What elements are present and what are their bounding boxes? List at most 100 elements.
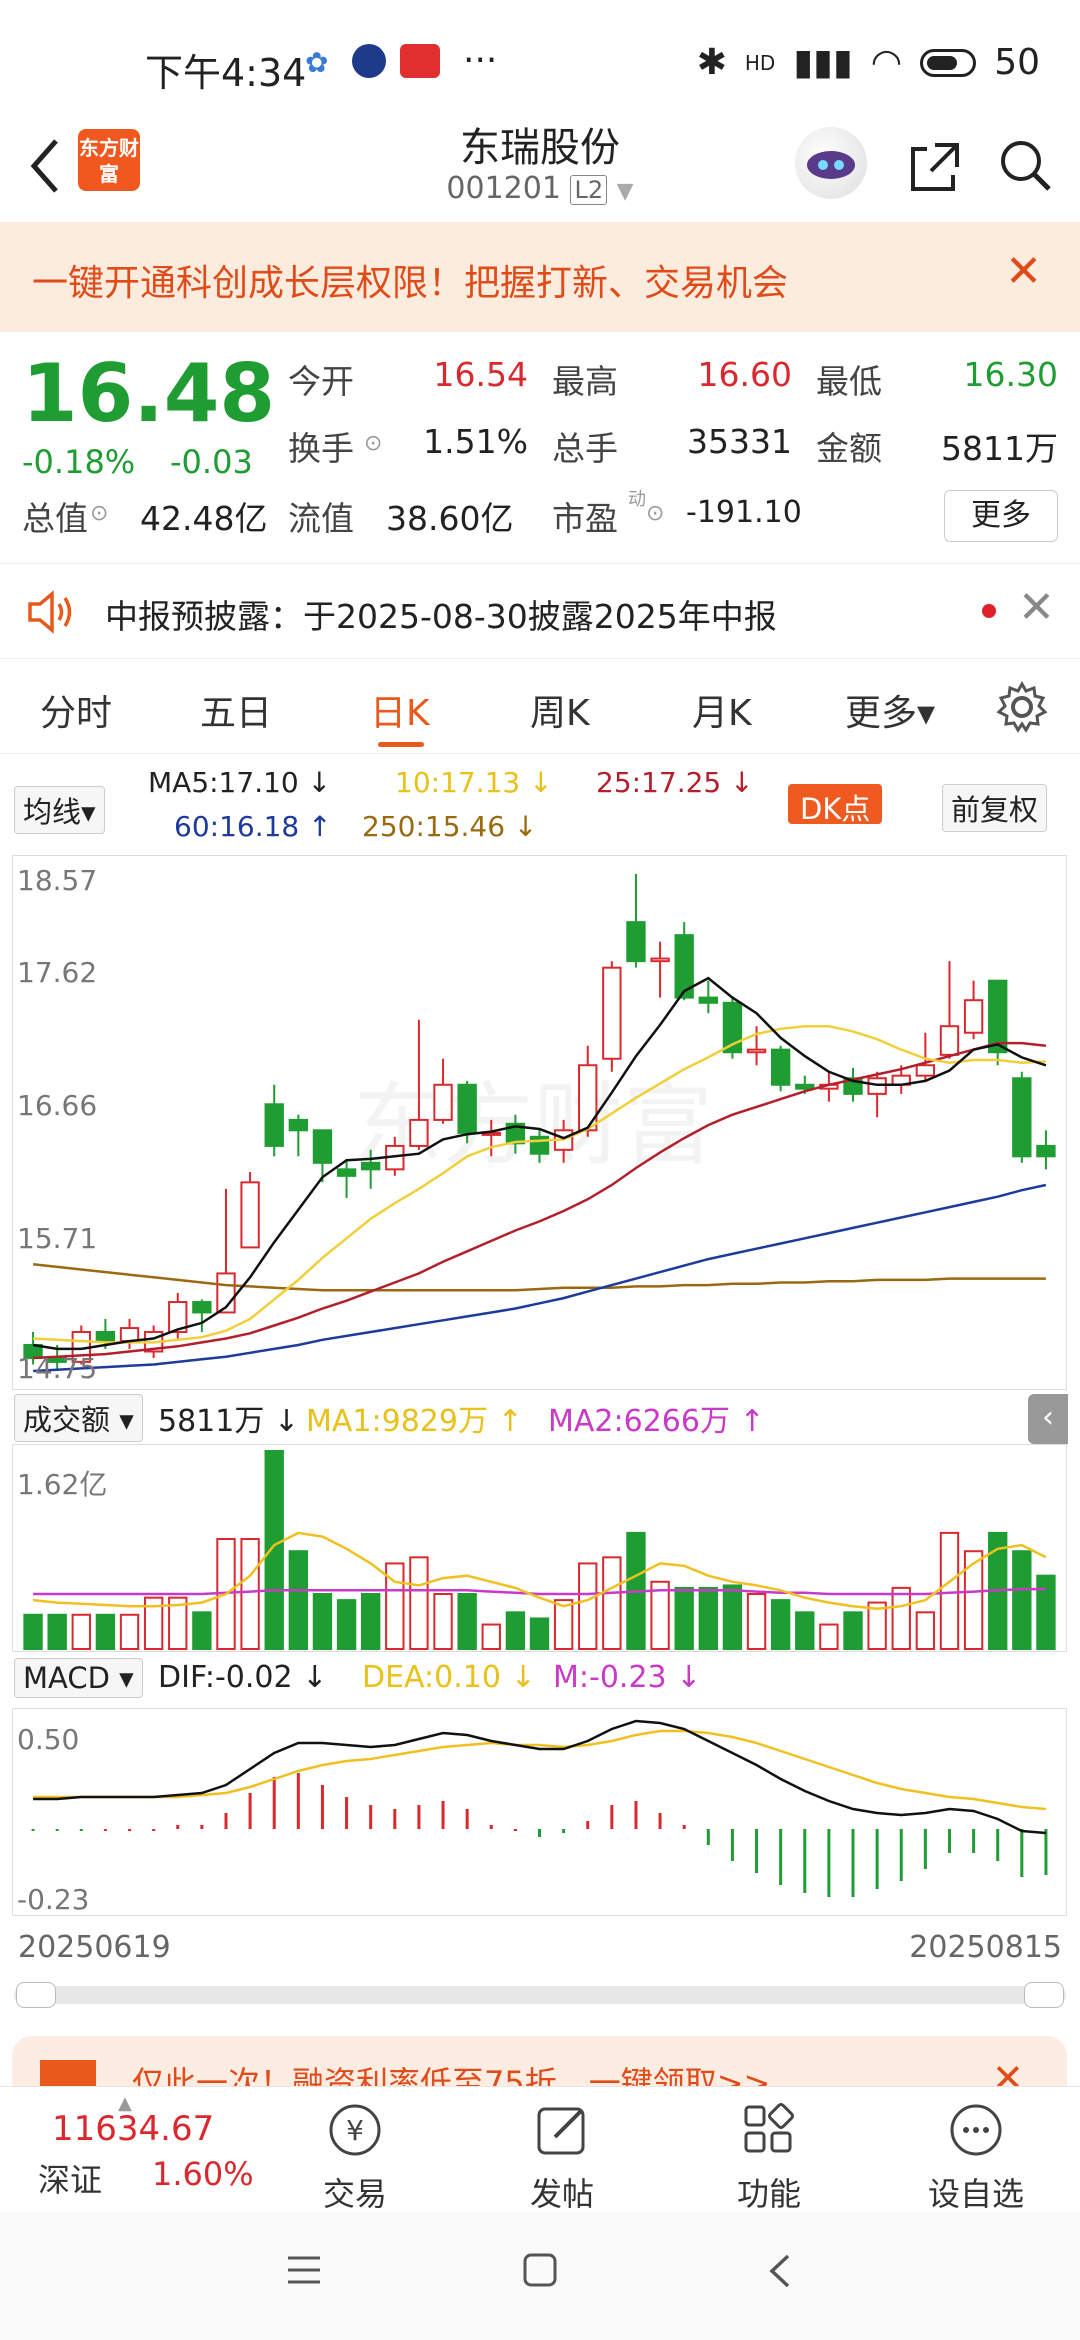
stock-header: 东方财富 东瑞股份 001201 L2 ▼ [0,115,1080,225]
tab-daily-k[interactable]: 日K [370,684,430,736]
collapse-panel-icon[interactable]: ‹ [1028,1394,1068,1444]
dif-line [33,1719,1047,1835]
macd-axis-label: 0.50 [17,1723,80,1756]
tab-weekly-k[interactable]: 周K [530,684,590,736]
candle-body [915,1064,936,1077]
edit-post-icon [537,2107,585,2155]
pe-value: -191.10 [686,495,802,530]
float-label: 流值 [288,499,354,538]
price-axis-label: 16.66 [17,1089,98,1122]
notice-bar[interactable]: 中报预披露：于2025-08-30披露2025年中报 ✕ [0,563,1080,659]
low-label: 最低 [816,362,882,401]
forward-adjust-button[interactable]: 前复权 [942,784,1048,832]
candle-body [119,1327,140,1343]
ma10-value: 10:17.13 ↓ [395,766,553,799]
volume-bar [1012,1550,1032,1650]
battery-icon [920,48,977,77]
wifi-icon: ◠ [870,42,903,83]
candle-body [312,1129,333,1164]
volume-bar [95,1613,116,1650]
bottom-nav: ▲ 11634.67 深证 1.60% ¥ 交易 发帖 功能 设自选 [0,2086,1080,2215]
indicator-selector[interactable]: 均线▾ [14,786,105,834]
range-handle-right[interactable] [1024,1982,1064,2008]
macd-selector[interactable]: MACD ▾ [14,1658,143,1698]
volume-bar [240,1538,260,1650]
search-icon[interactable] [995,135,1055,195]
macd-chart[interactable]: 0.50 -0.23 [12,1708,1067,1916]
cell-signal-icon: ▮▮▮ [793,42,853,83]
candle-body [988,979,1008,1054]
candle-body [939,1025,960,1056]
volume-bar [602,1556,622,1650]
volume-bar [722,1584,743,1650]
volume-chart[interactable]: 1.62亿 [12,1444,1067,1652]
video-app-icon [352,44,386,78]
info-icon[interactable]: ⊙ [90,501,108,526]
close-icon[interactable]: ✕ [992,2056,1024,2086]
mktcap-value: 42.48亿 [140,499,268,538]
start-date: 20250619 [18,1930,171,1965]
volume-bar [505,1611,526,1650]
volume-ma2: MA2:6266万 ↑ [548,1404,765,1439]
index-ticker[interactable]: ▲ 11634.67 深证 1.60% [0,2087,260,2213]
speaker-icon [28,590,72,634]
candle-body [457,1083,477,1134]
volume-bar [433,1593,453,1650]
ad-banner[interactable]: 仅此一次！融资利率低至75折，一键领取>> ✕ [12,2036,1067,2086]
nav-functions[interactable]: 功能 [714,2097,824,2215]
info-icon[interactable]: ⊙ [646,501,664,526]
settings-gear-icon[interactable] [995,680,1049,734]
ma250-line [32,1263,1046,1292]
macd-svg [31,1719,1048,1897]
volume-legend: 成交额 ▾ 5811万 ↓ MA1:9829万 ↑ MA2:6266万 ↑ ‹ [0,1392,1080,1444]
dk-point-button[interactable]: DK点 [788,784,883,826]
volume-bar [119,1613,140,1650]
macd-dea: DEA:0.10 ↓ [362,1660,536,1695]
range-scrollbar[interactable] [14,1982,1066,2008]
volume-bar [770,1599,791,1651]
macd-m: M:-0.23 ↓ [553,1660,702,1695]
candle-body [1012,1077,1032,1158]
ma60-value: 60:16.18 ↑ [174,810,332,843]
promo-banner[interactable]: 一键开通科创成长层权限！把握打新、交易机会 ✕ [0,222,1080,332]
grid-functions-icon [744,2103,794,2153]
candle-body [95,1330,116,1343]
assistant-avatar[interactable] [795,127,867,199]
tab-more[interactable]: 更多▾ [845,684,935,736]
last-price: 16.48 [22,347,276,440]
close-icon[interactable]: ✕ [1005,246,1042,297]
kline-chart[interactable]: 东方财富 18.57 17.62 16.66 15.71 14.75 [12,855,1067,1390]
index-value: 11634.67 [52,2109,215,2149]
home-icon[interactable] [522,2252,558,2288]
tab-monthly-k[interactable]: 月K [692,684,752,736]
period-tabs: 分时 五日 日K 周K 月K 更多▾ [0,662,1080,754]
tab-intraday[interactable]: 分时 [40,684,112,736]
volume-bar [71,1613,91,1650]
more-button[interactable]: 更多 [944,490,1058,542]
candle-body [433,1083,453,1121]
candle-body [288,1118,309,1132]
status-time: 下午4:34 [145,51,307,95]
nav-post[interactable]: 发帖 [507,2097,617,2215]
ma60-line [33,1183,1047,1373]
volume-bar [698,1586,718,1650]
nav-trade[interactable]: ¥ 交易 [300,2097,410,2215]
kline-svg: 东方财富 [23,874,1056,1373]
menu-icon[interactable] [286,2254,322,2286]
macd-axis-label: -0.23 [17,1883,90,1916]
app-notification-icon: ✿ [305,46,329,79]
back-nav-icon[interactable] [766,2252,794,2290]
amount-value: 5811万 [941,429,1058,468]
volume-bar [409,1556,429,1650]
share-icon[interactable] [905,137,965,197]
svg-text:¥: ¥ [346,2114,364,2147]
info-icon[interactable]: ⊙ [364,431,382,456]
volume-bar [746,1593,767,1650]
volume-ma1: MA1:9829万 ↑ [306,1404,523,1439]
volume-selector[interactable]: 成交额 ▾ [14,1394,143,1442]
range-handle-left[interactable] [16,1982,56,2008]
nav-add-watchlist[interactable]: 设自选 [921,2097,1031,2215]
candle-body [795,1083,815,1090]
tab-five-day[interactable]: 五日 [200,684,272,736]
close-icon[interactable]: ✕ [1018,582,1055,633]
